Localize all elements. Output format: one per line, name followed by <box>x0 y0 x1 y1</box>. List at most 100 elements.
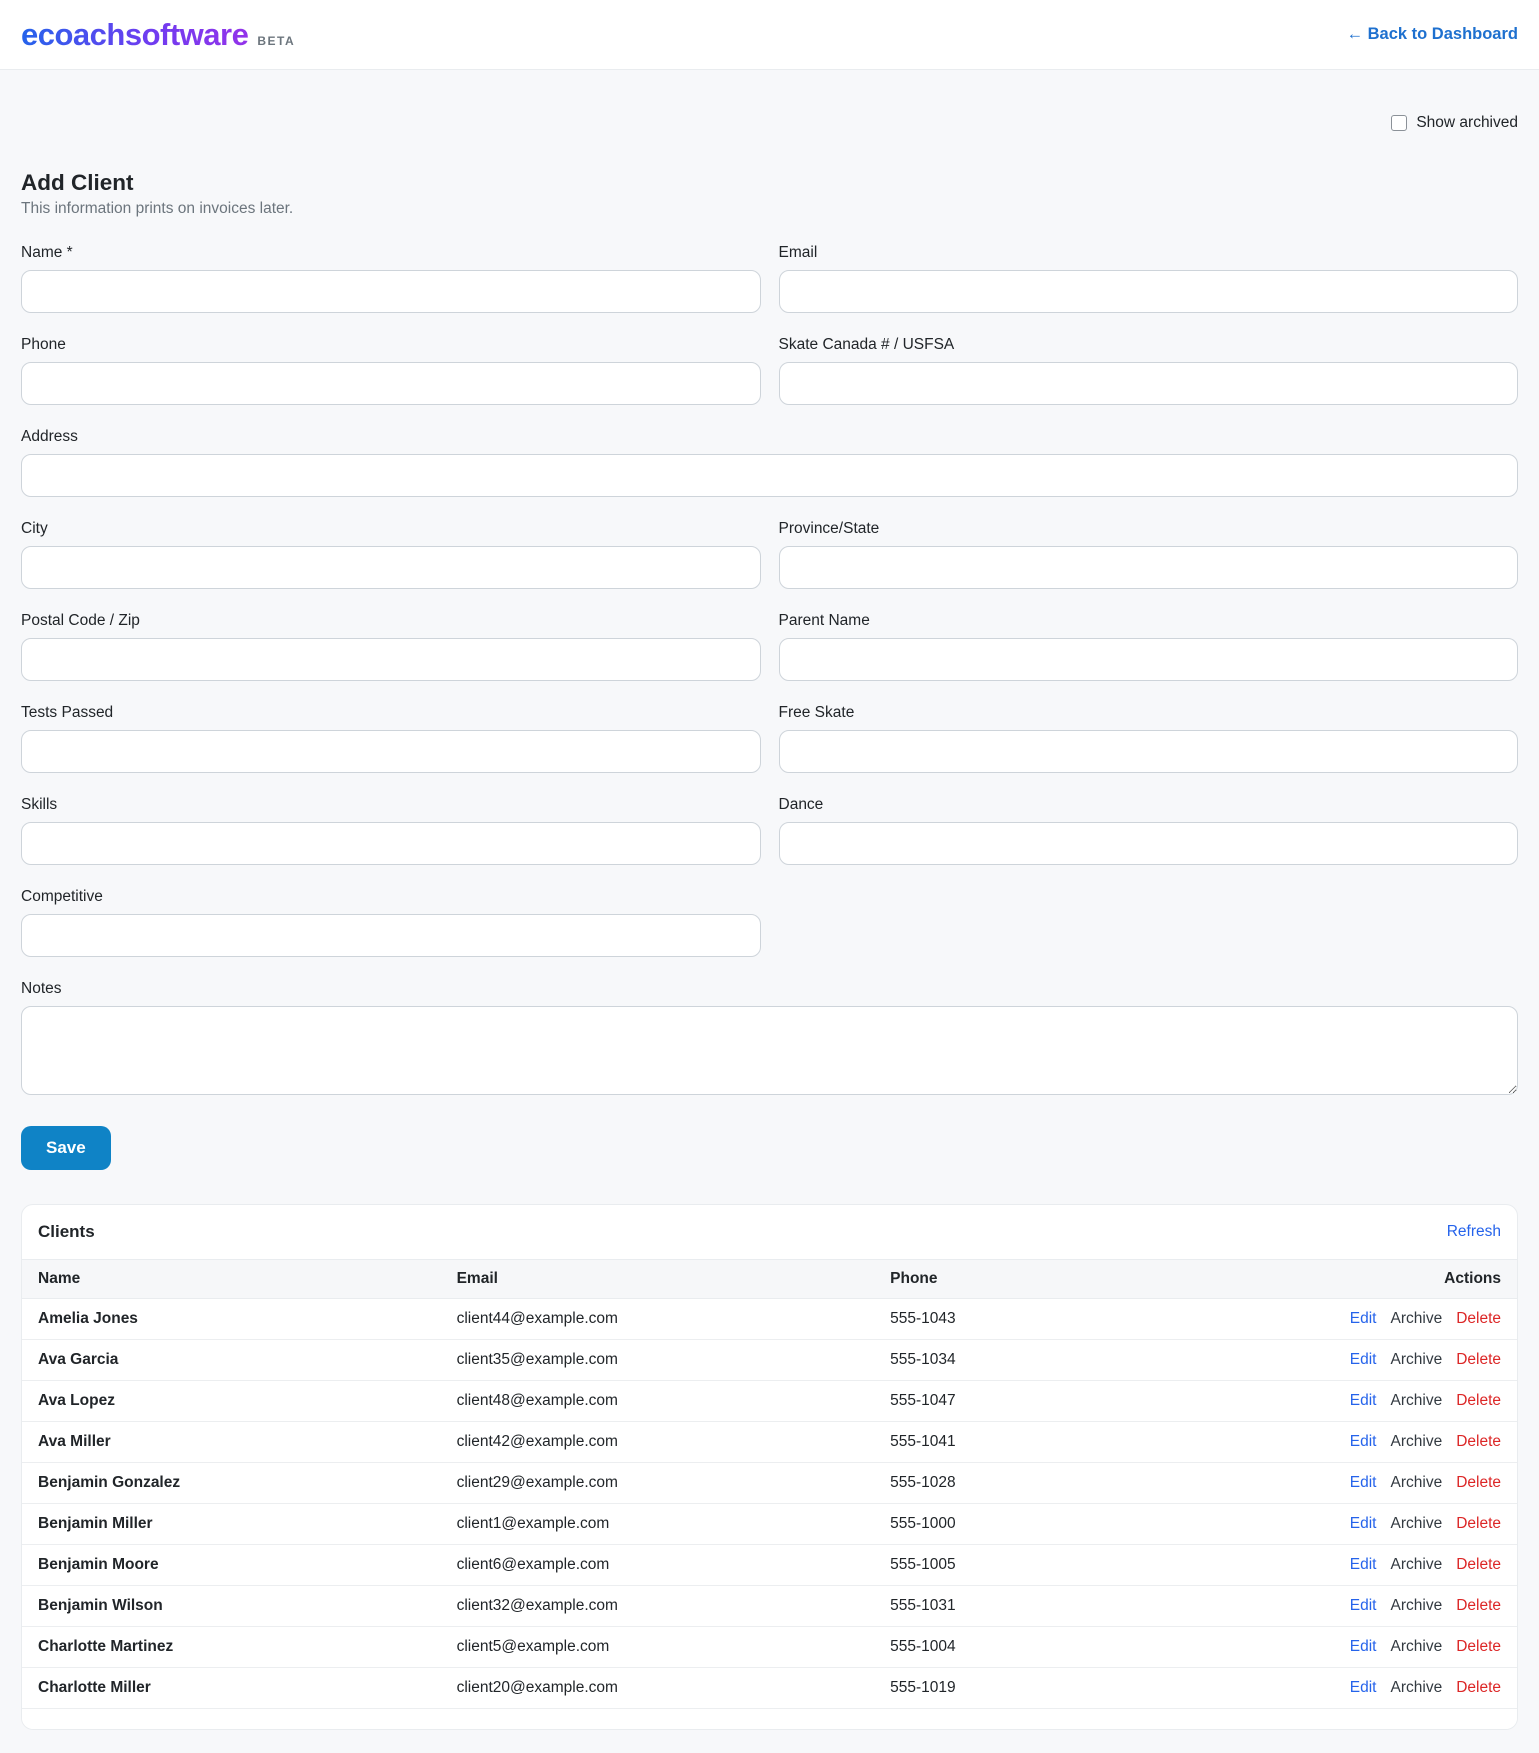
client-phone-cell: 555-1028 <box>874 1463 1293 1504</box>
archive-link[interactable]: Archive <box>1391 1392 1443 1409</box>
delete-link[interactable]: Delete <box>1456 1638 1501 1655</box>
client-email-cell: client1@example.com <box>441 1504 875 1545</box>
client-email-cell: client32@example.com <box>441 1586 875 1627</box>
client-name-cell: Charlotte Martinez <box>22 1627 441 1668</box>
postal-code-input[interactable] <box>21 638 761 681</box>
archive-link[interactable]: Archive <box>1391 1515 1443 1532</box>
delete-link[interactable]: Delete <box>1456 1515 1501 1532</box>
client-actions-cell: Edit Archive Delete <box>1293 1340 1517 1381</box>
clients-table-body: Amelia Jonesclient44@example.com555-1043… <box>22 1299 1517 1709</box>
client-email-cell: client6@example.com <box>441 1545 875 1586</box>
archive-link[interactable]: Archive <box>1391 1474 1443 1491</box>
app-logo: ecoachsoftware <box>21 17 248 53</box>
edit-link[interactable]: Edit <box>1350 1310 1377 1327</box>
client-actions-cell: Edit Archive Delete <box>1293 1668 1517 1709</box>
client-actions-cell: Edit Archive Delete <box>1293 1299 1517 1340</box>
delete-link[interactable]: Delete <box>1456 1474 1501 1491</box>
city-input[interactable] <box>21 546 761 589</box>
delete-link[interactable]: Delete <box>1456 1392 1501 1409</box>
back-to-dashboard-link[interactable]: ← Back to Dashboard <box>1347 25 1518 44</box>
client-row: Charlotte Martinezclient5@example.com555… <box>22 1627 1517 1668</box>
province-label: Province/State <box>779 520 1519 538</box>
client-actions-cell: Edit Archive Delete <box>1293 1586 1517 1627</box>
tests-passed-input[interactable] <box>21 730 761 773</box>
skate-number-input[interactable] <box>779 362 1519 405</box>
province-input[interactable] <box>779 546 1519 589</box>
delete-link[interactable]: Delete <box>1456 1310 1501 1327</box>
client-row: Benjamin Gonzalezclient29@example.com555… <box>22 1463 1517 1504</box>
column-header-name: Name <box>22 1260 441 1299</box>
client-email-cell: client44@example.com <box>441 1299 875 1340</box>
save-button[interactable]: Save <box>21 1126 111 1170</box>
notes-textarea[interactable] <box>21 1006 1518 1095</box>
client-name-cell: Benjamin Moore <box>22 1545 441 1586</box>
dance-label: Dance <box>779 796 1519 814</box>
delete-link[interactable]: Delete <box>1456 1351 1501 1368</box>
archive-link[interactable]: Archive <box>1391 1597 1443 1614</box>
edit-link[interactable]: Edit <box>1350 1392 1377 1409</box>
refresh-link[interactable]: Refresh <box>1447 1223 1501 1241</box>
clients-card-header: Clients Refresh <box>22 1205 1517 1259</box>
archive-link[interactable]: Archive <box>1391 1351 1443 1368</box>
free-skate-input[interactable] <box>779 730 1519 773</box>
delete-link[interactable]: Delete <box>1456 1433 1501 1450</box>
tests-passed-label: Tests Passed <box>21 704 761 722</box>
skills-input[interactable] <box>21 822 761 865</box>
competitive-input[interactable] <box>21 914 761 957</box>
client-phone-cell: 555-1031 <box>874 1586 1293 1627</box>
dance-field-group: Dance <box>779 796 1519 865</box>
client-phone-cell: 555-1047 <box>874 1381 1293 1422</box>
edit-link[interactable]: Edit <box>1350 1638 1377 1655</box>
client-name-cell: Benjamin Wilson <box>22 1586 441 1627</box>
address-field-group: Address <box>21 428 1518 497</box>
delete-link[interactable]: Delete <box>1456 1556 1501 1573</box>
edit-link[interactable]: Edit <box>1350 1556 1377 1573</box>
phone-label: Phone <box>21 336 761 354</box>
client-actions-cell: Edit Archive Delete <box>1293 1422 1517 1463</box>
competitive-field-group: Competitive <box>21 888 761 957</box>
add-client-form: Name * Email Phone Skate Canada # / USFS… <box>21 244 1518 1123</box>
edit-link[interactable]: Edit <box>1350 1474 1377 1491</box>
client-actions-cell: Edit Archive Delete <box>1293 1504 1517 1545</box>
notes-label: Notes <box>21 980 1518 998</box>
page-subtitle: This information prints on invoices late… <box>21 200 1518 218</box>
edit-link[interactable]: Edit <box>1350 1597 1377 1614</box>
city-label: City <box>21 520 761 538</box>
clients-card-tail <box>22 1709 1517 1729</box>
notes-field-group: Notes <box>21 980 1518 1100</box>
email-input[interactable] <box>779 270 1519 313</box>
competitive-label: Competitive <box>21 888 761 906</box>
delete-link[interactable]: Delete <box>1456 1679 1501 1696</box>
client-actions-cell: Edit Archive Delete <box>1293 1627 1517 1668</box>
client-row: Benjamin Wilsonclient32@example.com555-1… <box>22 1586 1517 1627</box>
city-field-group: City <box>21 520 761 589</box>
phone-field-group: Phone <box>21 336 761 405</box>
archive-link[interactable]: Archive <box>1391 1556 1443 1573</box>
client-phone-cell: 555-1034 <box>874 1340 1293 1381</box>
name-input[interactable] <box>21 270 761 313</box>
edit-link[interactable]: Edit <box>1350 1351 1377 1368</box>
client-email-cell: client48@example.com <box>441 1381 875 1422</box>
client-name-cell: Ava Miller <box>22 1422 441 1463</box>
delete-link[interactable]: Delete <box>1456 1597 1501 1614</box>
main-content: Show archived Add Client This informatio… <box>0 114 1539 1730</box>
postal-code-label: Postal Code / Zip <box>21 612 761 630</box>
edit-link[interactable]: Edit <box>1350 1515 1377 1532</box>
client-row: Amelia Jonesclient44@example.com555-1043… <box>22 1299 1517 1340</box>
free-skate-field-group: Free Skate <box>779 704 1519 773</box>
client-name-cell: Amelia Jones <box>22 1299 441 1340</box>
client-phone-cell: 555-1000 <box>874 1504 1293 1545</box>
address-input[interactable] <box>21 454 1518 497</box>
edit-link[interactable]: Edit <box>1350 1433 1377 1450</box>
edit-link[interactable]: Edit <box>1350 1679 1377 1696</box>
archive-link[interactable]: Archive <box>1391 1638 1443 1655</box>
phone-input[interactable] <box>21 362 761 405</box>
show-archived-checkbox[interactable] <box>1391 115 1407 131</box>
dance-input[interactable] <box>779 822 1519 865</box>
skate-number-label: Skate Canada # / USFSA <box>779 336 1519 354</box>
client-name-cell: Benjamin Gonzalez <box>22 1463 441 1504</box>
parent-name-input[interactable] <box>779 638 1519 681</box>
archive-link[interactable]: Archive <box>1391 1679 1443 1696</box>
archive-link[interactable]: Archive <box>1391 1433 1443 1450</box>
archive-link[interactable]: Archive <box>1391 1310 1443 1327</box>
